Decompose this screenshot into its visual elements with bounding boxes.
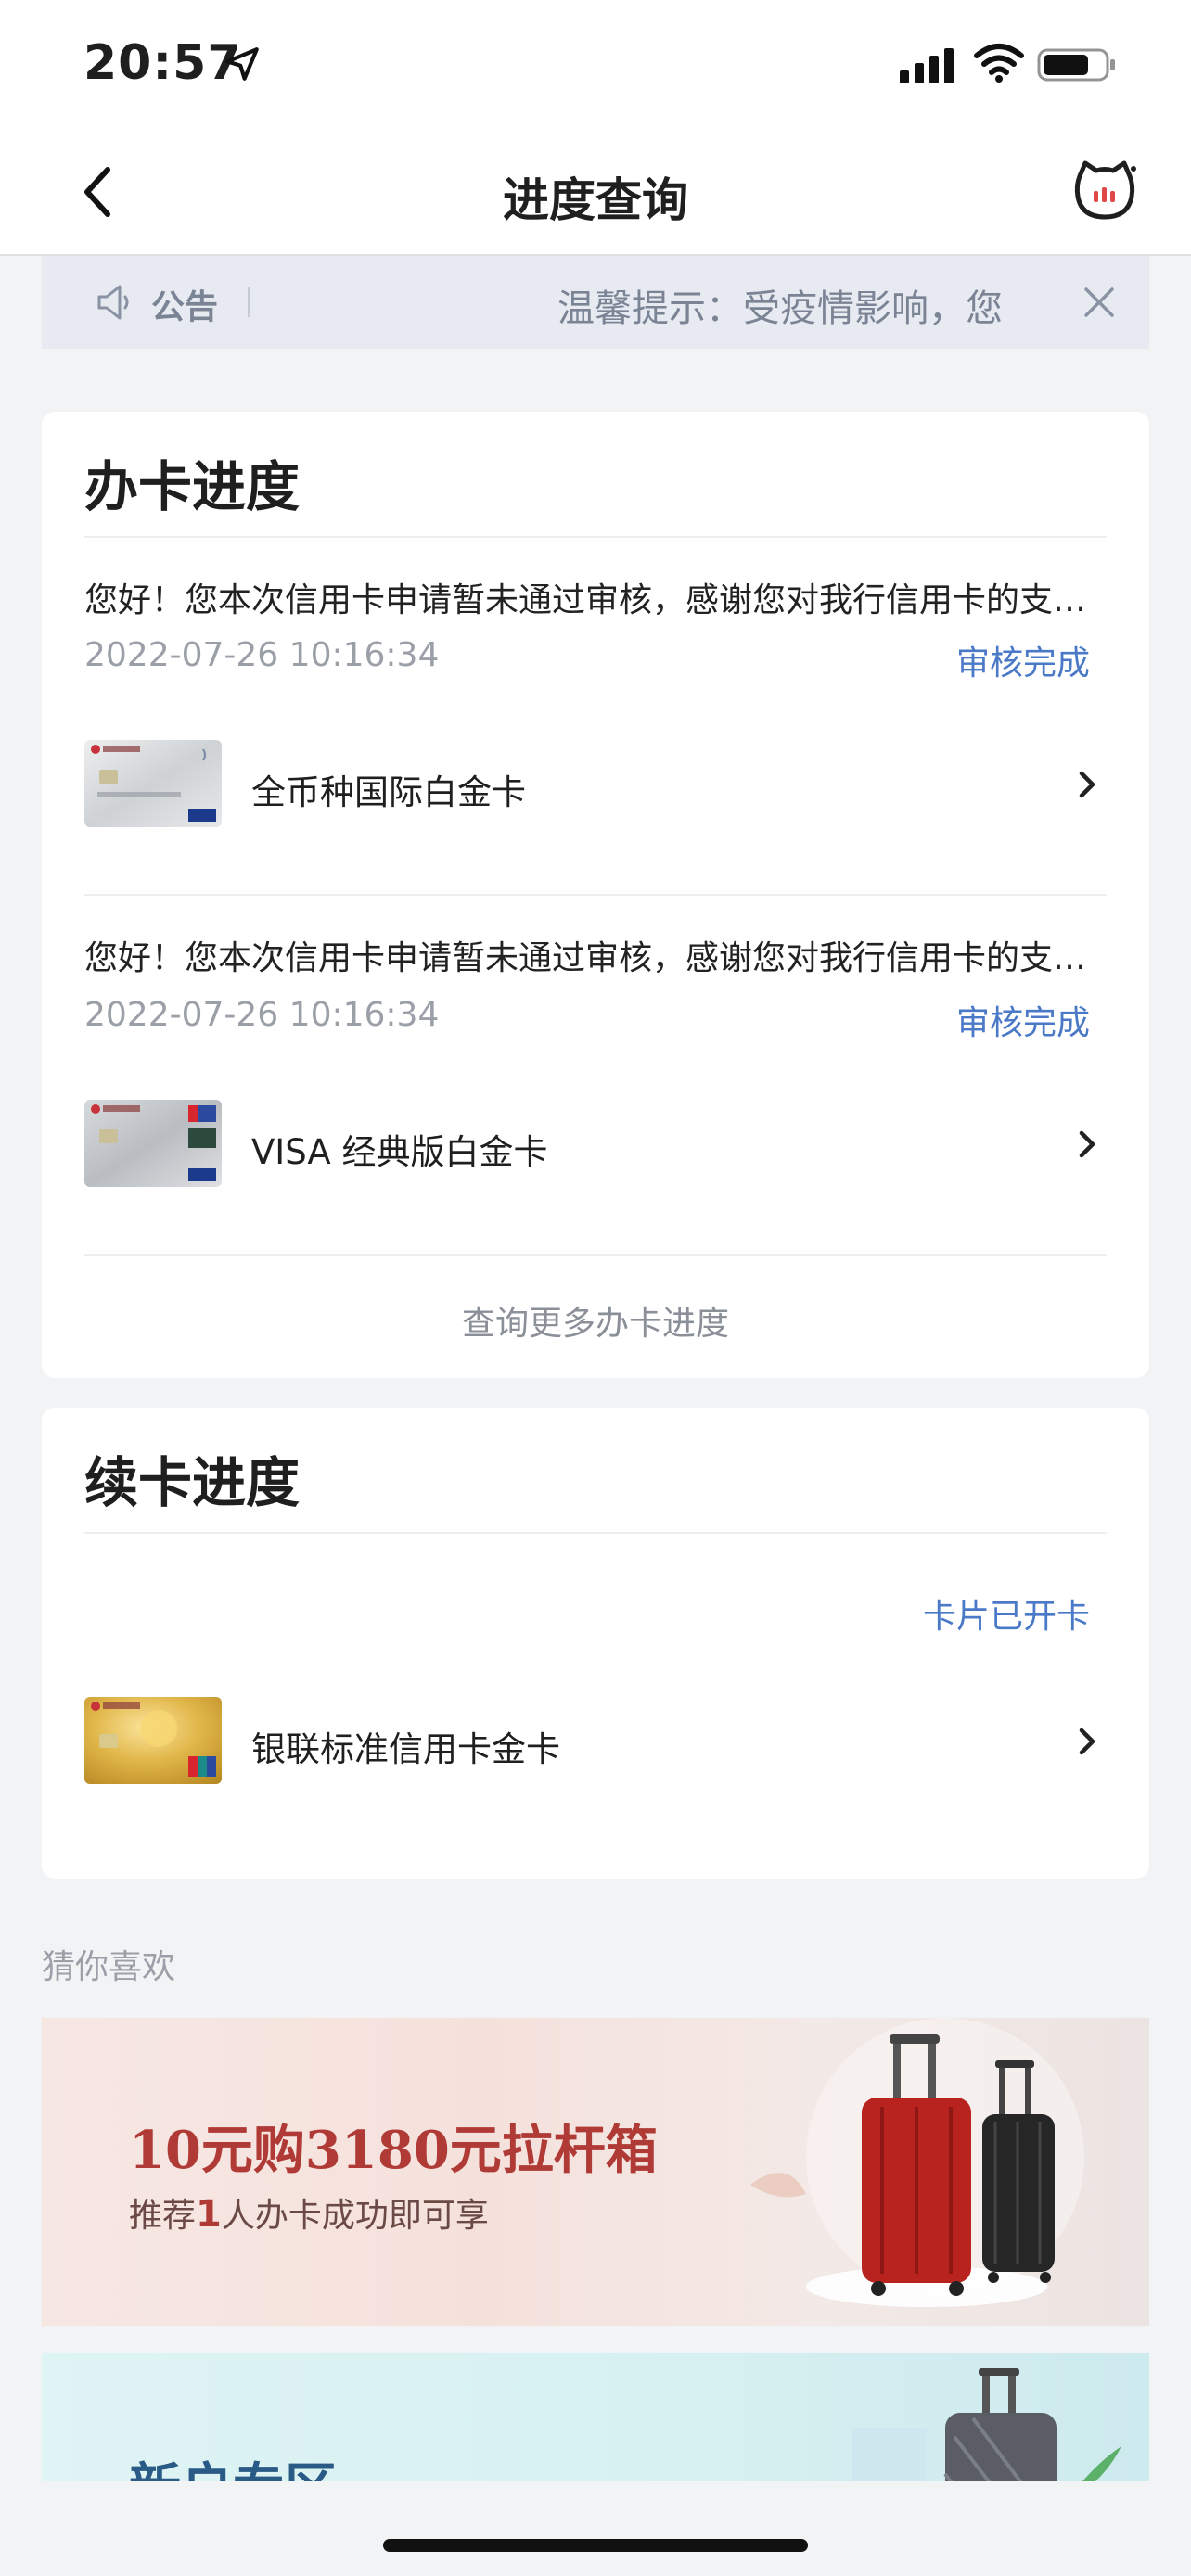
luggage-promo-banner[interactable]: 10元购3180元拉杆箱 推荐1人办卡成功即可享 (42, 2018, 1149, 2326)
divider (84, 536, 1107, 538)
application-message: 您好！您本次信用卡申请暂未通过审核，感谢您对我行信用卡的支持！ (84, 939, 1105, 977)
page-title: 进度查询 (503, 173, 688, 227)
luggage-illustration (750, 2018, 1084, 2307)
status-badge: 审核完成 (955, 644, 1090, 682)
apply-section-title: 办卡进度 (84, 455, 301, 518)
card-product-name: VISA 经典版白金卡 (251, 1132, 548, 1172)
speaker-icon (97, 285, 129, 320)
banner-subtitle-suffix: 人办卡成功即可享 (221, 2197, 489, 2235)
card-product-name: 银联标准信用卡金卡 (251, 1729, 560, 1769)
chevron-right-icon (1079, 1728, 1095, 1755)
more-progress-link[interactable]: 查询更多办卡进度 (42, 1296, 1149, 1345)
card-product-name: 全币种国际白金卡 (251, 772, 526, 812)
status-badge: 审核完成 (955, 1004, 1090, 1042)
wifi-icon (974, 44, 1024, 83)
chevron-right-icon (1079, 1130, 1095, 1158)
bottom-safe-area (0, 2481, 1191, 2576)
renew-progress-card: 续卡进度 卡片已开卡 银联标准信用卡金卡 (42, 1408, 1149, 1879)
status-badge: 卡片已开卡 (922, 1598, 1090, 1636)
notice-text[interactable]: 温馨提示：受疫情影响，您 (557, 278, 1068, 332)
card-thumbnail (84, 1697, 222, 1784)
cellular-signal-icon (900, 48, 954, 83)
notice-label: 公告 (151, 288, 219, 326)
divider (84, 1532, 1107, 1534)
chevron-right-icon (1079, 771, 1095, 798)
application-timestamp: 2022-07-26 10:16:34 (84, 636, 440, 674)
status-time: 20:57 (83, 35, 242, 91)
banner-subtitle: 推荐1人办卡成功即可享 (129, 2188, 489, 2237)
status-bar: 20:57 (0, 0, 1191, 130)
notice-divider (248, 287, 250, 317)
customer-service-mascot-icon[interactable] (1072, 158, 1137, 223)
home-indicator[interactable] (383, 2539, 808, 2552)
recommend-heading: 猜你喜欢 (42, 1948, 176, 1986)
card-product-row[interactable]: 全币种国际白金卡 (42, 738, 1149, 831)
banner-title: 10元购3180元拉杆箱 (129, 2120, 658, 2181)
close-icon[interactable] (1079, 282, 1120, 323)
banner-subtitle-prefix: 推荐 (129, 2197, 197, 2235)
card-thumbnail (84, 1100, 222, 1187)
apply-progress-card: 办卡进度 您好！您本次信用卡申请暂未通过审核，感谢您对我行信用卡的支持！ 202… (42, 412, 1149, 1378)
notice-bar[interactable]: 公告 温馨提示：受疫情影响，您 (42, 256, 1149, 349)
location-arrow-icon (225, 47, 259, 81)
renew-section-title: 续卡进度 (84, 1451, 301, 1514)
application-timestamp: 2022-07-26 10:16:34 (84, 996, 440, 1034)
card-product-row[interactable]: 银联标准信用卡金卡 (42, 1695, 1149, 1788)
divider (84, 1254, 1107, 1256)
application-message: 您好！您本次信用卡申请暂未通过审核，感谢您对我行信用卡的支持！ (84, 581, 1105, 619)
nav-bar: 进度查询 (0, 130, 1191, 256)
banner-subtitle-highlight: 1 (196, 2193, 222, 2236)
battery-icon (1037, 48, 1115, 82)
card-product-row[interactable]: VISA 经典版白金卡 (42, 1098, 1149, 1191)
divider (84, 894, 1107, 896)
card-thumbnail (84, 740, 222, 827)
